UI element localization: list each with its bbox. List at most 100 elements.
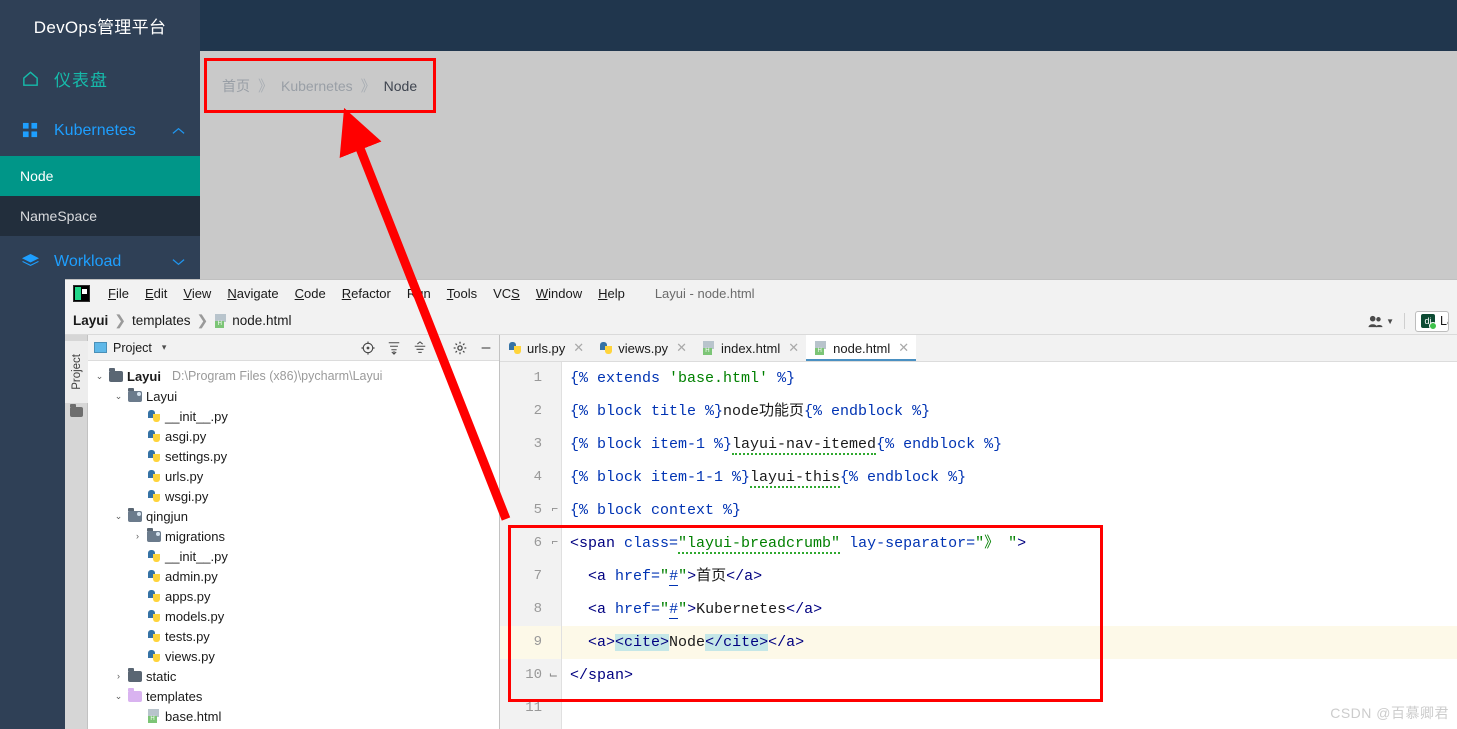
people-icon[interactable]: ▼ bbox=[1368, 315, 1394, 328]
menu-run[interactable]: Run bbox=[399, 283, 439, 304]
line-number: 8 bbox=[533, 601, 542, 617]
close-icon[interactable]: ✕ bbox=[898, 340, 909, 356]
tree-node[interactable]: ⌄ qingjun bbox=[88, 506, 499, 526]
menu-navigate[interactable]: Navigate bbox=[219, 283, 286, 304]
tree-node[interactable]: Hbase.html bbox=[88, 706, 499, 726]
menu-view[interactable]: View bbox=[175, 283, 219, 304]
grid-icon bbox=[20, 121, 40, 141]
sidebar-subitem-node[interactable]: Node bbox=[0, 156, 200, 196]
tree-node[interactable]: models.py bbox=[88, 606, 499, 626]
editor-area: urls.py ✕ views.py ✕ Hindex.html ✕ Hnode.html ✕… bbox=[500, 335, 1457, 729]
breadcrumb-item-node[interactable]: Node bbox=[384, 78, 417, 94]
breadcrumb-item-home[interactable]: 首页 bbox=[222, 76, 250, 96]
breadcrumb-region: 首页 》 Kubernetes 》 Node bbox=[204, 58, 436, 113]
tree-node-label: settings.py bbox=[165, 448, 228, 464]
tree-node[interactable]: ⌄ Layui D:\Program Files (x86)\pycharm\Lay… bbox=[88, 366, 499, 386]
code-line-7: <a href="#">首页</a> bbox=[588, 568, 763, 586]
close-icon[interactable]: ✕ bbox=[573, 340, 584, 356]
tree-node[interactable]: asgi.py bbox=[88, 426, 499, 446]
editor-gutter[interactable]: 1 2 3 4 5 6 7 8 9 10 11 ⌐ ⌐ ⌙ bbox=[500, 362, 562, 729]
code-editor[interactable]: 1 2 3 4 5 6 7 8 9 10 11 ⌐ ⌐ ⌙ {% extends 'base.html' … bbox=[500, 362, 1457, 729]
tree-node[interactable]: apps.py bbox=[88, 586, 499, 606]
tree-node[interactable]: __init__.py bbox=[88, 406, 499, 426]
chevron-down-icon[interactable]: ⌄ bbox=[113, 691, 124, 702]
chevron-right-icon[interactable]: › bbox=[113, 671, 124, 681]
tree-node-label: urls.py bbox=[165, 468, 204, 484]
close-icon[interactable]: ✕ bbox=[788, 340, 799, 356]
collapse-all-icon[interactable] bbox=[412, 340, 427, 355]
hide-panel-icon[interactable] bbox=[478, 340, 493, 355]
navbar-right-controls: ▼ dj La bbox=[1368, 307, 1449, 335]
chevron-down-icon[interactable]: ⌄ bbox=[113, 391, 124, 402]
tree-node[interactable]: ⌄ Layui bbox=[88, 386, 499, 406]
sidebar-subitem-namespace[interactable]: NameSpace bbox=[0, 196, 200, 236]
tree-node-label: views.py bbox=[165, 648, 215, 664]
screenshot-root: DevOps管理平台 仪表盘 Kubernetes Node NameSpace… bbox=[0, 0, 1457, 729]
breadcrumb-item-kubernetes[interactable]: Kubernetes bbox=[281, 78, 353, 94]
structure-folder-icon[interactable] bbox=[70, 404, 83, 417]
chevron-down-icon[interactable]: ⌄ bbox=[94, 371, 105, 382]
html-file-icon: H bbox=[702, 341, 716, 355]
navbar-crumb-file[interactable]: node.html bbox=[232, 313, 291, 328]
run-configuration-selector[interactable]: dj La bbox=[1415, 310, 1449, 332]
tree-node[interactable]: › migrations bbox=[88, 526, 499, 546]
tree-node[interactable]: urls.py bbox=[88, 466, 499, 486]
locate-icon[interactable] bbox=[360, 340, 375, 355]
tool-window-strip: Project bbox=[65, 335, 88, 729]
expand-all-icon[interactable] bbox=[386, 340, 401, 355]
menu-tools[interactable]: Tools bbox=[439, 283, 485, 304]
project-panel-header: Project ▾ bbox=[88, 335, 499, 361]
menu-refactor[interactable]: Refactor bbox=[334, 283, 399, 304]
tool-window-tab-project[interactable]: Project bbox=[65, 341, 88, 403]
module-folder-icon bbox=[147, 527, 161, 542]
chevron-right-icon[interactable]: › bbox=[132, 531, 143, 541]
menu-code[interactable]: Code bbox=[287, 283, 334, 304]
tool-window-tab-label: Project bbox=[70, 354, 83, 390]
editor-tab-node-html[interactable]: Hnode.html ✕ bbox=[806, 335, 917, 361]
code-content[interactable]: {% extends 'base.html' %} {% block title… bbox=[562, 362, 1457, 729]
tree-node-label: Layui bbox=[127, 368, 161, 384]
code-line-4: {% block item-1-1 %}layui-this{% endbloc… bbox=[570, 469, 967, 488]
settings-gear-icon[interactable] bbox=[452, 340, 467, 355]
webapp-topbar: DevOps管理平台 bbox=[0, 0, 1457, 51]
code-fold-marker[interactable]: ⌐ bbox=[552, 503, 558, 515]
editor-tab-urls-py[interactable]: urls.py ✕ bbox=[500, 335, 592, 361]
tree-node[interactable]: ⌄ templates bbox=[88, 686, 499, 706]
tree-node[interactable]: wsgi.py bbox=[88, 486, 499, 506]
sidebar-item-kubernetes[interactable]: Kubernetes bbox=[0, 105, 200, 156]
tree-node[interactable]: views.py bbox=[88, 646, 499, 666]
navbar-crumb-templates[interactable]: templates bbox=[132, 313, 191, 328]
menu-vcs[interactable]: VCS bbox=[485, 283, 528, 304]
sidebar-item-dashboard[interactable]: 仪表盘 bbox=[0, 51, 200, 105]
python-file-icon bbox=[147, 589, 161, 603]
tree-node[interactable]: › static bbox=[88, 666, 499, 686]
line-number: 4 bbox=[533, 469, 542, 485]
code-fold-marker[interactable]: ⌐ bbox=[552, 536, 558, 548]
code-line-9: <a><cite>Node</cite></a> bbox=[562, 626, 1457, 659]
close-icon[interactable]: ✕ bbox=[676, 340, 687, 356]
tree-node[interactable]: admin.py bbox=[88, 566, 499, 586]
chevron-down-icon[interactable]: ▾ bbox=[162, 342, 167, 353]
project-file-tree[interactable]: ⌄ Layui D:\Program Files (x86)\pycharm\Lay… bbox=[88, 361, 499, 729]
tree-node[interactable]: tests.py bbox=[88, 626, 499, 646]
editor-tab-bar[interactable]: urls.py ✕ views.py ✕ Hindex.html ✕ Hnode.html ✕ bbox=[500, 335, 1457, 362]
tree-node-label: qingjun bbox=[146, 508, 188, 524]
menu-edit[interactable]: Edit bbox=[137, 283, 175, 304]
navbar-crumb-project[interactable]: Layui bbox=[73, 313, 108, 328]
editor-tab-views-py[interactable]: views.py ✕ bbox=[591, 335, 694, 361]
editor-tab-label: index.html bbox=[720, 340, 781, 356]
tree-node[interactable]: settings.py bbox=[88, 446, 499, 466]
menu-window[interactable]: Window bbox=[528, 283, 590, 304]
code-line-3: {% block item-1 %}layui-nav-itemed{% end… bbox=[570, 436, 1003, 455]
html-file-icon: H bbox=[147, 709, 161, 723]
tree-node[interactable]: __init__.py bbox=[88, 546, 499, 566]
code-fold-marker[interactable]: ⌙ bbox=[549, 668, 558, 681]
editor-tab-index-html[interactable]: Hindex.html ✕ bbox=[693, 335, 807, 361]
menu-file[interactable]: File bbox=[100, 283, 137, 304]
menu-help[interactable]: Help bbox=[590, 283, 633, 304]
line-number: 7 bbox=[533, 568, 542, 584]
python-file-icon bbox=[147, 569, 161, 583]
chevron-down-icon[interactable]: ⌄ bbox=[113, 511, 124, 522]
folder-icon bbox=[109, 367, 123, 382]
tree-node-label: migrations bbox=[165, 528, 225, 544]
